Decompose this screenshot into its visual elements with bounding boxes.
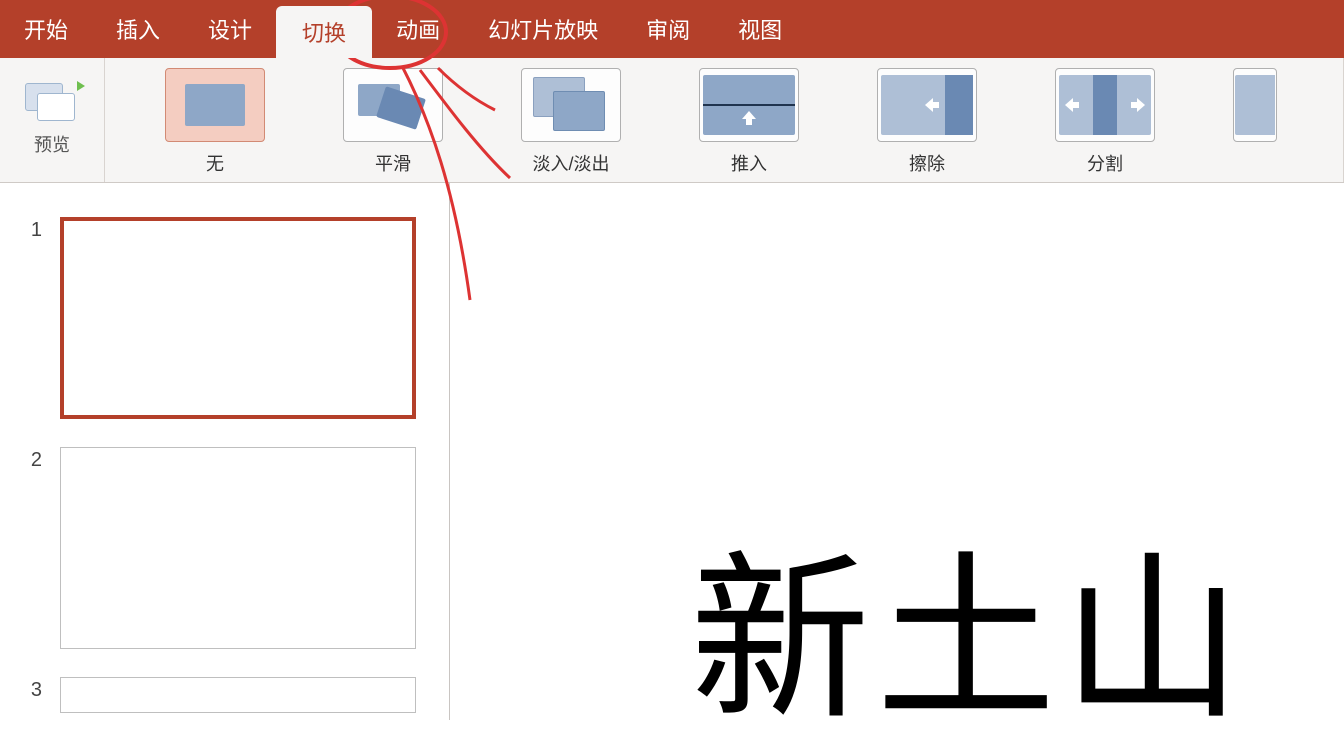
slide-number: 1	[24, 217, 42, 242]
transition-fade[interactable]: 淡入/淡出	[521, 68, 621, 176]
transition-more[interactable]	[1233, 68, 1277, 142]
slide-number: 3	[24, 677, 42, 702]
slide-thumbnail-1[interactable]	[60, 217, 416, 419]
slide-row-1[interactable]: 1	[24, 217, 431, 419]
transition-split[interactable]: 分割	[1055, 68, 1155, 176]
transition-split-icon	[1059, 75, 1151, 135]
transition-morph[interactable]: 平滑	[343, 68, 443, 176]
transition-fade-icon	[533, 77, 609, 133]
transition-push-icon	[703, 75, 795, 135]
tab-slideshow[interactable]: 幻灯片放映	[464, 0, 622, 58]
workspace: 1 2 3 新土山	[0, 183, 1344, 720]
tab-home[interactable]: 开始	[0, 0, 92, 58]
transition-more-icon	[1235, 75, 1275, 135]
transition-morph-icon	[358, 78, 428, 132]
slide-thumbnail-3[interactable]	[60, 677, 416, 713]
transition-push[interactable]: 推入	[699, 68, 799, 176]
transition-none-label: 无	[206, 150, 224, 176]
transition-split-label: 分割	[1087, 150, 1123, 176]
slide-thumbnail-2[interactable]	[60, 447, 416, 649]
transition-wipe-label: 擦除	[909, 150, 945, 176]
slide-number: 2	[24, 447, 42, 472]
preview-group[interactable]: 预览	[0, 58, 105, 182]
slide-title-text[interactable]: 新土山	[690, 493, 1248, 754]
slide-row-3[interactable]: 3	[24, 677, 431, 713]
transition-none-icon	[185, 84, 245, 126]
slide-editor[interactable]: 新土山	[450, 183, 1344, 720]
tab-animations[interactable]: 动画	[372, 0, 464, 58]
transition-wipe-icon	[881, 75, 973, 135]
transition-gallery: 无 平滑 淡入/淡出 推入 擦除 分割	[105, 58, 1344, 182]
transition-push-label: 推入	[731, 150, 767, 176]
tab-transitions[interactable]: 切换	[276, 6, 372, 58]
ribbon-tab-bar: 开始 插入 设计 切换 动画 幻灯片放映 审阅 视图	[0, 0, 1344, 58]
preview-icon	[25, 83, 79, 123]
tab-design[interactable]: 设计	[184, 0, 276, 58]
preview-label: 预览	[34, 131, 70, 157]
transition-wipe[interactable]: 擦除	[877, 68, 977, 176]
ribbon-toolbar: 预览 无 平滑 淡入/淡出 推入 擦除 分割	[0, 58, 1344, 183]
transition-none[interactable]: 无	[165, 68, 265, 176]
tab-review[interactable]: 审阅	[622, 0, 714, 58]
slide-thumbnail-panel[interactable]: 1 2 3	[0, 183, 450, 720]
transition-morph-label: 平滑	[375, 150, 411, 176]
slide-row-2[interactable]: 2	[24, 447, 431, 649]
transition-fade-label: 淡入/淡出	[532, 150, 609, 176]
tab-view[interactable]: 视图	[714, 0, 806, 58]
tab-insert[interactable]: 插入	[92, 0, 184, 58]
